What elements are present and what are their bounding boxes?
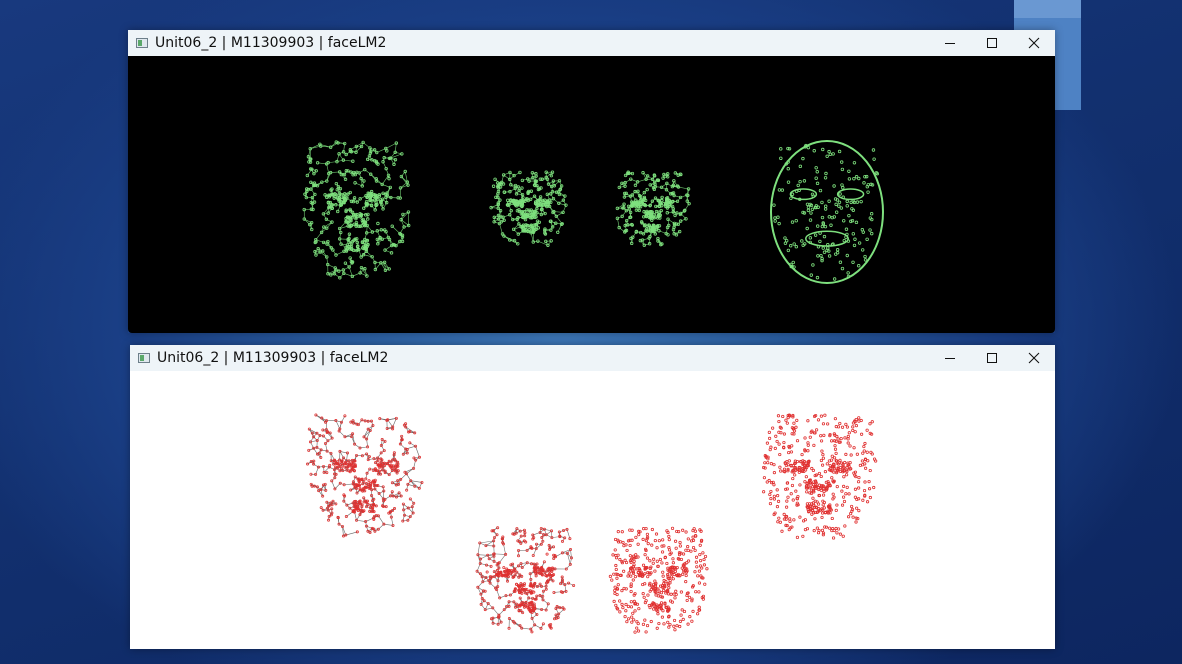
maximize-icon [987, 353, 997, 363]
maximize-icon [987, 38, 997, 48]
app-icon [136, 38, 148, 48]
face-contour-mask [770, 140, 884, 284]
face-3d-mesh-rotated [306, 413, 424, 538]
background-accent-top [1014, 0, 1081, 18]
face-3d-mesh-front [475, 526, 576, 634]
face-mesh-large [302, 140, 411, 280]
maximize-button[interactable] [971, 345, 1013, 371]
face-3d-points-right [761, 413, 878, 540]
minimize-icon [945, 358, 955, 359]
window-title: Unit06_2 | M11309903 | faceLM2 [155, 35, 387, 51]
canvas-white [130, 371, 1055, 649]
minimize-button[interactable] [929, 345, 971, 371]
face-mesh-small [489, 170, 568, 247]
close-button[interactable] [1013, 345, 1055, 371]
face-mesh-tilted [615, 170, 691, 247]
window-bottom[interactable]: Unit06_2 | M11309903 | faceLM2 [130, 345, 1055, 649]
close-icon [1028, 37, 1040, 49]
close-button[interactable] [1013, 30, 1055, 56]
titlebar[interactable]: Unit06_2 | M11309903 | faceLM2 [130, 345, 1055, 371]
face-3d-points-left [608, 526, 709, 634]
maximize-button[interactable] [971, 30, 1013, 56]
minimize-button[interactable] [929, 30, 971, 56]
close-icon [1028, 352, 1040, 364]
canvas-black [128, 56, 1055, 333]
titlebar[interactable]: Unit06_2 | M11309903 | faceLM2 [128, 30, 1055, 56]
minimize-icon [945, 43, 955, 44]
window-title: Unit06_2 | M11309903 | faceLM2 [157, 350, 389, 366]
app-icon [138, 353, 150, 363]
window-top[interactable]: Unit06_2 | M11309903 | faceLM2 [128, 30, 1055, 333]
